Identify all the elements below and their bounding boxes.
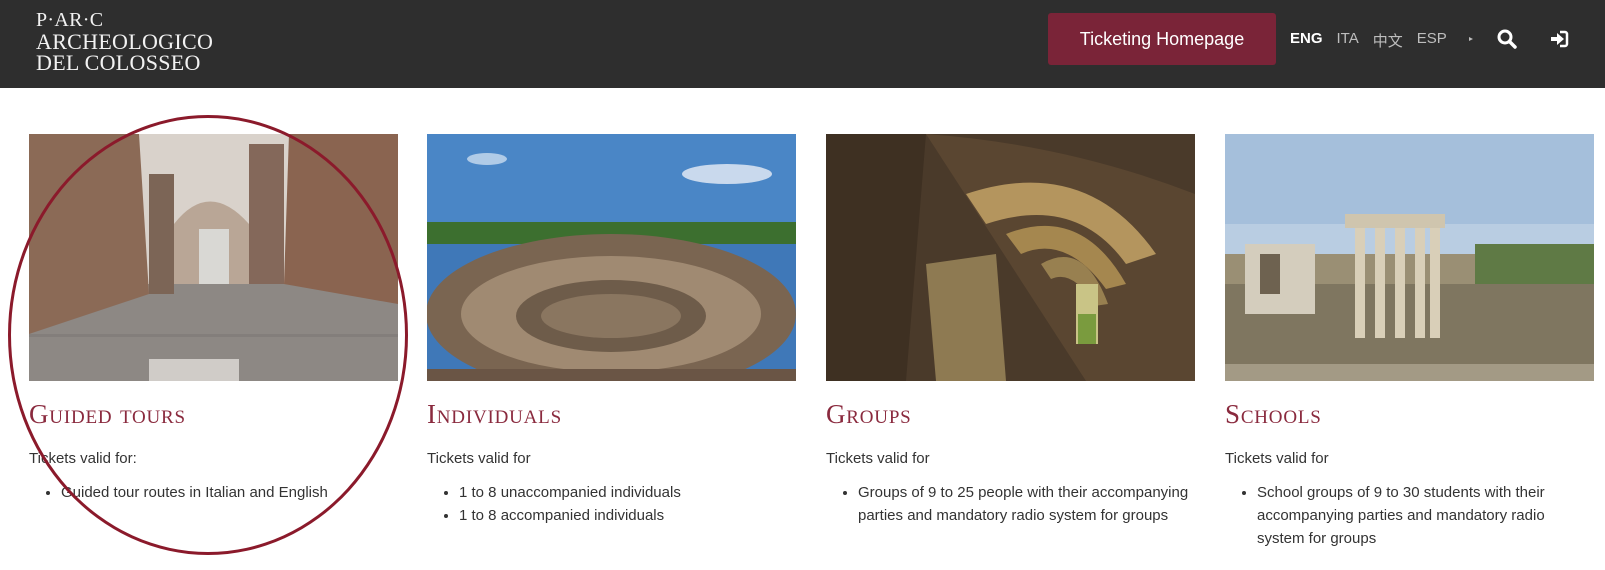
list-item: Groups of 9 to 25 people with their acco… [858, 481, 1195, 527]
logo-line-3: DEL COLOSSEO [36, 50, 201, 75]
top-navigation-bar: P·AR·C ARCHEOLOGICO DEL COLOSSEO Ticketi… [0, 0, 1605, 88]
card-title[interactable]: Schools [1225, 399, 1594, 429]
ticketing-homepage-button[interactable]: Ticketing Homepage [1048, 13, 1276, 65]
card-title[interactable]: Individuals [427, 399, 796, 429]
language-esp[interactable]: ESP [1417, 30, 1447, 51]
card-subtitle: Tickets valid for [1225, 450, 1329, 467]
individuals-photo[interactable] [427, 134, 796, 381]
language-eng[interactable]: ENG [1290, 30, 1323, 51]
list-item: 1 to 8 accompanied individuals [459, 504, 796, 527]
card-bullet-list: Guided tour routes in Italian and Englis… [29, 481, 398, 504]
card-subtitle: Tickets valid for [826, 450, 930, 467]
language-ita[interactable]: ITA [1337, 30, 1359, 51]
site-logo[interactable]: P·AR·C ARCHEOLOGICO DEL COLOSSEO [36, 9, 214, 75]
language-switcher: ENG ITA 中文 ESP [1290, 30, 1447, 51]
list-item: 1 to 8 unaccompanied individuals [459, 481, 796, 504]
language-zh[interactable]: 中文 [1373, 30, 1403, 51]
card-schools[interactable]: Schools Tickets valid for School groups … [1225, 134, 1594, 550]
card-bullet-list: School groups of 9 to 30 students with t… [1225, 481, 1594, 550]
list-item: School groups of 9 to 30 students with t… [1257, 481, 1594, 550]
card-groups[interactable]: Groups Tickets valid for Groups of 9 to … [826, 134, 1195, 527]
card-bullet-list: 1 to 8 unaccompanied individuals 1 to 8 … [427, 481, 796, 527]
card-bullet-list: Groups of 9 to 25 people with their acco… [826, 481, 1195, 527]
card-subtitle: Tickets valid for [427, 450, 531, 467]
card-guided-tours[interactable]: Guided tours Tickets valid for: Guided t… [29, 134, 398, 504]
card-subtitle: Tickets valid for: [29, 450, 137, 467]
card-individuals[interactable]: Individuals Tickets valid for 1 to 8 una… [427, 134, 796, 527]
guided-tours-photo[interactable] [29, 134, 398, 381]
groups-photo[interactable] [826, 134, 1195, 381]
logo-line-1: P·AR·C [36, 9, 104, 31]
logo-line-2: ARCHEOLOGICO [36, 29, 214, 54]
card-title[interactable]: Guided tours [29, 399, 398, 429]
list-item: Guided tour routes in Italian and Englis… [61, 481, 398, 504]
schools-photo[interactable] [1225, 134, 1594, 381]
card-title[interactable]: Groups [826, 399, 1195, 429]
login-icon[interactable] [1548, 28, 1570, 50]
caret-icon [1469, 37, 1473, 41]
search-icon[interactable] [1496, 28, 1518, 50]
